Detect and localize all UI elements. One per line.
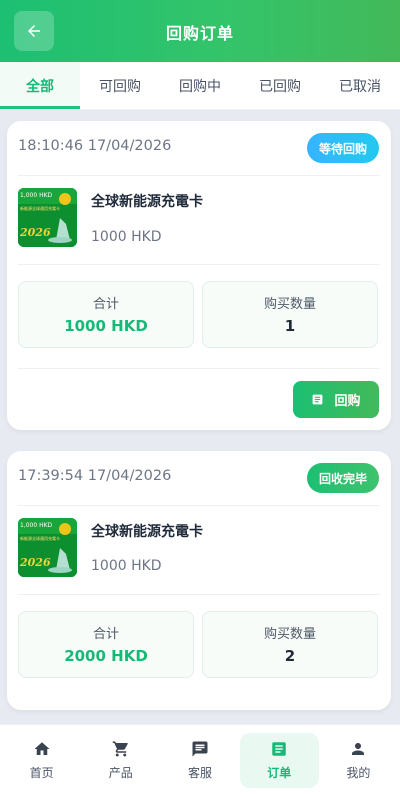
user-icon	[352, 743, 365, 755]
quantity-label: 购买数量	[263, 297, 316, 312]
quantity-value: 2	[284, 647, 296, 665]
nav-profile-label: 我的	[346, 766, 371, 780]
home-icon	[34, 742, 50, 755]
product-image: 1,000 HKD 新能源全球通用充電卡 2026	[18, 518, 77, 577]
nav-home-label: 首页	[29, 766, 54, 780]
order-card: 17:39:54 17/04/2026 回收完毕 1,000 HKD 新能源全球…	[7, 451, 391, 710]
image-amount-text: 1,000 HKD	[20, 192, 53, 199]
cart-icon	[112, 741, 128, 757]
status-badge: 回收完毕	[306, 463, 379, 493]
tab-completed[interactable]: 已回购	[240, 62, 320, 109]
total-box: 合计 2000 HKD	[18, 611, 194, 678]
divider	[18, 175, 380, 176]
nav-support[interactable]: 客服	[160, 733, 239, 788]
document-icon	[313, 394, 323, 405]
nav-orders[interactable]: 订单	[239, 733, 319, 788]
nav-orders-label: 订单	[267, 766, 292, 780]
total-label: 合计	[92, 297, 119, 312]
divider	[18, 368, 380, 369]
total-box: 合计 1000 HKD	[18, 281, 194, 348]
status-badge: 等待回购	[306, 133, 379, 163]
chat-icon	[192, 741, 208, 757]
product-name: 全球新能源充電卡	[91, 194, 203, 210]
image-subtitle-text: 新能源全球通用充電卡	[20, 205, 60, 211]
product-name: 全球新能源充電卡	[91, 524, 203, 540]
order-tabs: 全部 可回购 回购中 已回购 已取消	[0, 62, 400, 110]
divider	[18, 505, 380, 506]
order-icon	[272, 742, 286, 756]
order-time: 17:39:54 17/04/2026	[18, 468, 172, 484]
order-card: 18:10:46 17/04/2026 等待回购 1,000 HKD 新能源全球…	[7, 121, 391, 430]
tab-all[interactable]: 全部	[0, 62, 80, 109]
nav-home[interactable]: 首页	[2, 733, 81, 788]
page-title: 回购订单	[165, 24, 234, 43]
bottom-nav: 首页 产品 客服 订单 我的	[0, 724, 400, 794]
image-year-text: 2026	[19, 226, 51, 239]
nav-products-label: 产品	[108, 766, 133, 780]
product-image: 1,000 HKD 新能源全球通用充電卡 2026	[18, 188, 77, 247]
tab-cancelled[interactable]: 已取消	[320, 62, 400, 109]
image-subtitle-text: 新能源全球通用充電卡	[20, 535, 60, 541]
tab-available[interactable]: 可回购	[80, 62, 160, 109]
total-value: 2000 HKD	[64, 647, 148, 665]
nav-profile[interactable]: 我的	[319, 733, 398, 788]
nav-support-label: 客服	[188, 766, 213, 780]
quantity-label: 购买数量	[263, 627, 316, 642]
image-year-text: 2026	[19, 556, 51, 569]
product-price: 1000 HKD	[91, 558, 162, 574]
total-label: 合计	[92, 627, 119, 642]
quantity-box: 购买数量 1	[202, 281, 378, 348]
divider	[18, 264, 380, 265]
app-header: 回购订单	[0, 0, 400, 62]
quantity-value: 1	[284, 317, 296, 335]
total-value: 1000 HKD	[64, 317, 148, 335]
quantity-box: 购买数量 2	[202, 611, 378, 678]
buyback-button[interactable]: 回购	[293, 381, 379, 418]
divider	[18, 594, 380, 595]
tab-in-progress[interactable]: 回购中	[160, 62, 240, 109]
buyback-label: 回购	[334, 394, 361, 409]
nav-products[interactable]: 产品	[81, 733, 160, 788]
product-price: 1000 HKD	[91, 229, 162, 245]
image-amount-text: 1,000 HKD	[20, 522, 53, 529]
order-time: 18:10:46 17/04/2026	[18, 138, 172, 154]
